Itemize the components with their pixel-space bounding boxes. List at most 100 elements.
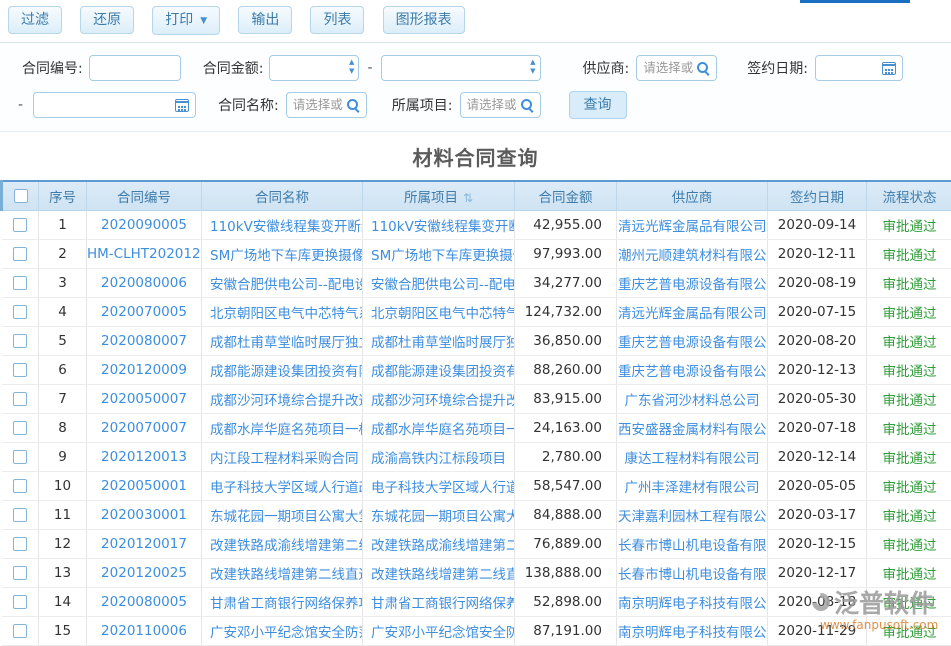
contract-id-link[interactable]: 2020050001 (101, 478, 187, 494)
row-checkbox[interactable] (13, 276, 27, 290)
project-search-icon[interactable] (520, 98, 535, 113)
contract-no-input[interactable] (89, 55, 181, 81)
row-checkbox[interactable] (13, 450, 27, 464)
project-name: 成都能源建设集团投资有限公司 (363, 355, 515, 384)
col-project[interactable]: 所属项目⇅ (363, 181, 515, 210)
table-row: 122020120017改建铁路成渝线增建第二线改建铁路成渝线增建第二线76,8… (2, 529, 951, 558)
page-title: 材料合同查询 (413, 146, 539, 170)
supplier-name: 潮州元顺建筑材料有限公司 (617, 239, 768, 268)
contract-name-input[interactable] (293, 98, 343, 112)
col-supplier[interactable]: 供应商 (617, 181, 768, 210)
project-input[interactable] (467, 98, 517, 112)
row-checkbox[interactable] (13, 479, 27, 493)
contract-name: 110kV安徽线程集变开断线 (202, 210, 363, 239)
contract-id-link[interactable]: 2020070005 (101, 304, 187, 320)
contract-id-link[interactable]: 2020080005 (101, 594, 187, 610)
graph-report-button[interactable]: 图形报表 (383, 6, 465, 34)
sign-date: 2020-05-30 (768, 384, 867, 413)
contract-id-link[interactable]: 2020070007 (101, 420, 187, 436)
contract-name: 广安邓小平纪念馆安全防范 (202, 616, 363, 645)
sign-date: 2020-08-19 (768, 268, 867, 297)
contract-id-link[interactable]: 2020030001 (101, 507, 187, 523)
amount-from-stepper[interactable]: ▲▼ (349, 58, 354, 76)
print-button[interactable]: 打印▼ (152, 6, 220, 35)
sign-date-from-field (815, 55, 903, 81)
supplier-name: 重庆艺普电源设备有限公司 (617, 268, 768, 297)
contract-name: 安徽合肥供电公司--配电设备 (202, 268, 363, 297)
contract-amount: 52,898.00 (515, 587, 617, 616)
contract-id-link[interactable]: 2020080007 (101, 333, 187, 349)
contract-amount: 2,780.00 (515, 442, 617, 471)
row-checkbox[interactable] (13, 363, 27, 377)
query-button[interactable]: 查询 (569, 91, 627, 119)
project-name: 成都沙河环境综合提升改造 (363, 384, 515, 413)
flow-status: 审批通过 (867, 616, 951, 645)
supplier-search-icon[interactable] (696, 61, 711, 76)
contract-amount: 84,888.00 (515, 500, 617, 529)
project-name: 北京朝阳区电气中芯特气系统 (363, 297, 515, 326)
row-checkbox[interactable] (13, 624, 27, 638)
row-seq: 13 (39, 558, 87, 587)
col-amount[interactable]: 合同金额 (515, 181, 617, 210)
contract-id-link[interactable]: 2020120017 (101, 536, 187, 552)
filter-button[interactable]: 过滤 (8, 6, 62, 34)
calendar-icon[interactable] (882, 62, 896, 75)
sign-date-from-input[interactable] (822, 61, 878, 75)
calendar-icon[interactable] (175, 99, 189, 112)
row-seq: 8 (39, 413, 87, 442)
contract-amount: 124,732.00 (515, 297, 617, 326)
table-row: 62020120009成都能源建设集团投资有限公司成都能源建设集团投资有限公司8… (2, 355, 951, 384)
export-button[interactable]: 输出 (238, 6, 292, 34)
amount-to-input[interactable] (381, 55, 541, 81)
supplier-name: 长春市博山机电设备有限公司 (617, 558, 768, 587)
contract-amount: 42,955.00 (515, 210, 617, 239)
supplier-combo (636, 55, 717, 81)
contract-id-link[interactable]: 2020120025 (101, 565, 187, 581)
contract-id-link[interactable]: 2020080006 (101, 275, 187, 291)
select-all-checkbox[interactable] (14, 189, 28, 203)
contract-id-link[interactable]: 2020120009 (101, 362, 187, 378)
row-checkbox[interactable] (13, 218, 27, 232)
row-checkbox[interactable] (13, 566, 27, 580)
contract-amount: 36,850.00 (515, 326, 617, 355)
sort-icon[interactable]: ⇅ (463, 191, 473, 205)
contract-amount: 34,277.00 (515, 268, 617, 297)
flow-status: 审批通过 (867, 471, 951, 500)
amount-to-stepper[interactable]: ▲▼ (530, 58, 535, 76)
row-checkbox[interactable] (13, 595, 27, 609)
contract-id-link[interactable]: 2020120013 (101, 449, 187, 465)
col-contract-name[interactable]: 合同名称 (202, 181, 363, 210)
col-sign-date[interactable]: 签约日期 (768, 181, 867, 210)
row-seq: 4 (39, 297, 87, 326)
contract-no-label: 合同编号: (22, 58, 83, 78)
contract-id-link[interactable]: 2020050007 (101, 391, 187, 407)
table-row: 142020080005甘肃省工商银行网络保养项目甘肃省工商银行网络保养项目52… (2, 587, 951, 616)
col-flow-status[interactable]: 流程状态 (867, 181, 951, 210)
row-checkbox[interactable] (13, 421, 27, 435)
contract-name-search-icon[interactable] (346, 98, 361, 113)
contract-id-link[interactable]: 2020090005 (101, 217, 187, 233)
flow-status: 审批通过 (867, 210, 951, 239)
flow-status: 审批通过 (867, 442, 951, 471)
title-bar: 材料合同查询 (0, 132, 951, 180)
contract-id-link[interactable]: 2020110006 (101, 623, 187, 639)
col-seq[interactable]: 序号 (39, 181, 87, 210)
row-checkbox[interactable] (13, 508, 27, 522)
contract-name: 成都沙河环境综合提升改造 (202, 384, 363, 413)
row-checkbox[interactable] (13, 392, 27, 406)
row-checkbox[interactable] (13, 305, 27, 319)
contract-id-link[interactable]: HM-CLHT2020121 (87, 246, 202, 262)
amount-from-input[interactable] (269, 55, 359, 81)
row-checkbox[interactable] (13, 247, 27, 261)
supplier-input[interactable] (643, 61, 693, 75)
row-checkbox[interactable] (13, 537, 27, 551)
sign-date-to-input[interactable] (40, 98, 171, 112)
row-seq: 14 (39, 587, 87, 616)
col-contract-id[interactable]: 合同编号 (87, 181, 202, 210)
reset-button[interactable]: 还原 (80, 6, 134, 34)
supplier-name: 重庆艺普电源设备有限公司 (617, 326, 768, 355)
list-view-button[interactable]: 列表 (310, 6, 364, 34)
contract-amount: 24,163.00 (515, 413, 617, 442)
sign-date: 2020-12-11 (768, 239, 867, 268)
row-checkbox[interactable] (13, 334, 27, 348)
